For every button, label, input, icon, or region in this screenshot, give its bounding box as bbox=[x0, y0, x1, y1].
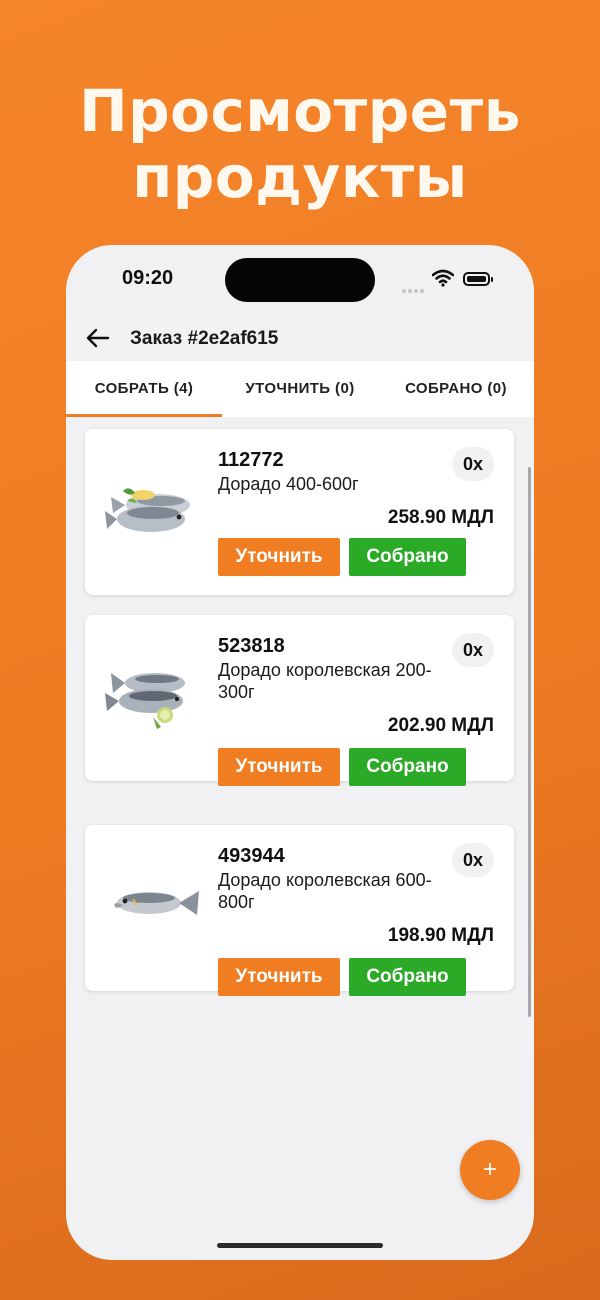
quantity-badge[interactable]: 0x bbox=[452, 633, 494, 667]
collected-button[interactable]: Собрано bbox=[349, 538, 466, 576]
plus-icon: + bbox=[482, 1156, 497, 1183]
home-indicator[interactable] bbox=[217, 1243, 383, 1248]
product-price: 202.90 МДЛ bbox=[387, 715, 494, 736]
product-sku: 523818 bbox=[218, 635, 285, 657]
wifi-icon bbox=[432, 269, 454, 287]
tab-bar: СОБРАТЬ (4) УТОЧНИТЬ (0) СОБРАНО (0) bbox=[66, 361, 534, 417]
scrollbar[interactable] bbox=[528, 467, 531, 1017]
phone-screen: 09:20 Заказ #2e2af615 СОБРАТЬ (4) УТОЧНИ… bbox=[66, 245, 534, 1260]
product-card[interactable]: 112772 Дорадо 400-600г 0x 258.90 МДЛ Уто… bbox=[85, 429, 514, 595]
battery-icon bbox=[463, 272, 493, 286]
tab-clarify[interactable]: УТОЧНИТЬ (0) bbox=[222, 361, 378, 417]
clarify-button[interactable]: Уточнить bbox=[218, 748, 340, 786]
status-time: 09:20 bbox=[122, 267, 174, 289]
cellular-signal-icon bbox=[402, 280, 426, 298]
tab-collect[interactable]: СОБРАТЬ (4) bbox=[66, 361, 222, 417]
collected-button[interactable]: Собрано bbox=[349, 748, 466, 786]
product-list[interactable]: 112772 Дорадо 400-600г 0x 258.90 МДЛ Уто… bbox=[66, 417, 534, 1260]
promo-line-2: продукты bbox=[132, 143, 468, 211]
promo-line-1: Просмотреть bbox=[79, 77, 521, 145]
product-name: Дорадо королевская 600-800г bbox=[218, 870, 432, 912]
product-card[interactable]: 493944 Дорадо королевская 600-800г 0x 19… bbox=[85, 825, 514, 996]
collected-button[interactable]: Собрано bbox=[349, 958, 466, 996]
status-bar: 09:20 bbox=[66, 245, 534, 315]
product-price: 198.90 МДЛ bbox=[387, 925, 494, 946]
page-title: Заказ #2e2af615 bbox=[130, 328, 279, 349]
promo-headline: Просмотреть продукты bbox=[0, 78, 600, 210]
add-button[interactable]: + bbox=[460, 1140, 520, 1200]
product-sku: 493944 bbox=[218, 845, 285, 867]
product-name: Дорадо 400-600г bbox=[218, 474, 359, 494]
product-card[interactable]: 523818 Дорадо королевская 200-300г 0x 20… bbox=[85, 615, 514, 786]
product-image-royal-dorado bbox=[105, 673, 185, 729]
product-name: Дорадо королевская 200-300г bbox=[218, 660, 432, 702]
arrow-left-icon[interactable] bbox=[84, 325, 112, 351]
tab-collected[interactable]: СОБРАНО (0) bbox=[378, 361, 534, 417]
dynamic-island bbox=[225, 258, 375, 302]
product-sku: 112772 bbox=[218, 449, 284, 471]
app-bar: Заказ #2e2af615 bbox=[66, 315, 534, 361]
clarify-button[interactable]: Уточнить bbox=[218, 958, 340, 996]
quantity-badge[interactable]: 0x bbox=[452, 843, 494, 877]
product-image-royal-dorado-large bbox=[114, 891, 199, 915]
clarify-button[interactable]: Уточнить bbox=[218, 538, 340, 576]
product-price: 258.90 МДЛ bbox=[387, 507, 494, 528]
product-image-dorado bbox=[105, 488, 190, 532]
quantity-badge[interactable]: 0x bbox=[452, 447, 494, 481]
